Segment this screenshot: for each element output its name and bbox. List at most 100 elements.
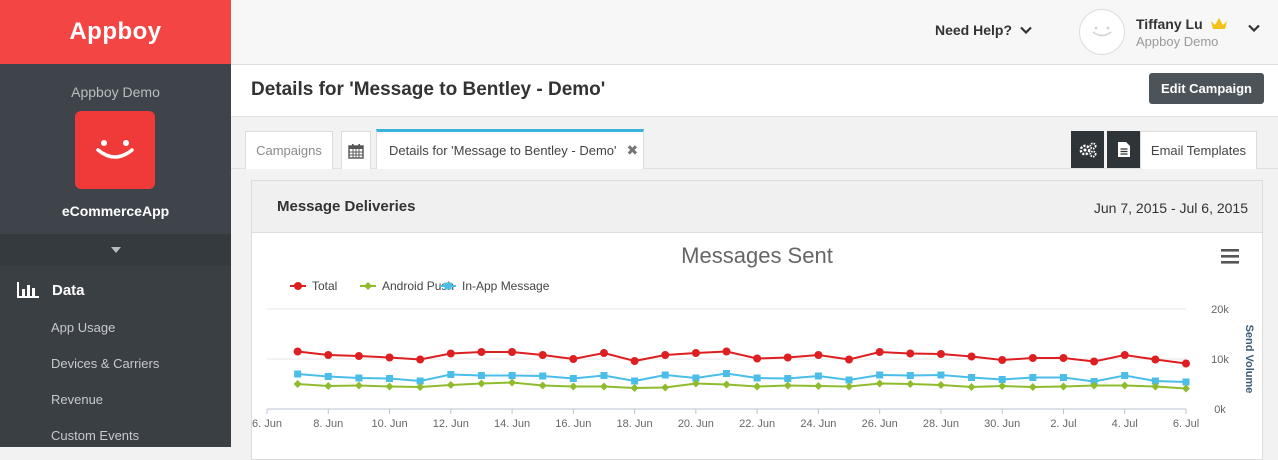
x-tick-label: 4. Jul	[1112, 418, 1138, 430]
data-point	[753, 374, 761, 382]
data-point	[1090, 357, 1099, 366]
data-point	[354, 381, 363, 390]
data-point	[967, 383, 976, 391]
data-point	[722, 347, 731, 356]
data-point	[599, 349, 608, 357]
data-point	[446, 381, 455, 389]
data-point	[569, 375, 577, 382]
help-label: Need Help?	[934, 22, 1012, 38]
data-point	[661, 371, 669, 379]
x-tick-label: 22. Jun	[739, 418, 775, 430]
app-toggle[interactable]	[0, 234, 231, 266]
nav-section-data[interactable]: Data	[0, 270, 231, 310]
x-tick-label: 28. Jun	[923, 418, 959, 430]
data-point	[784, 375, 792, 382]
x-tick-label: 24. Jun	[800, 418, 836, 430]
y-tick-label: 0k	[1214, 404, 1226, 416]
smile-icon	[1092, 26, 1112, 37]
data-point	[1059, 354, 1068, 362]
data-point	[814, 351, 823, 359]
y-axis-label: Send Volume	[1243, 325, 1255, 394]
data-point	[937, 371, 945, 379]
tab-calendar[interactable]	[341, 131, 371, 169]
close-icon[interactable]: ✖	[627, 142, 639, 159]
sidebar-item-revenue[interactable]: Revenue	[0, 382, 231, 418]
data-point	[1182, 384, 1190, 393]
data-point	[967, 352, 976, 361]
data-point	[661, 383, 670, 392]
data-point	[630, 357, 639, 365]
settings-button[interactable]	[1071, 131, 1104, 168]
data-point	[538, 381, 547, 390]
user-menu[interactable]: Tiffany Lu Appboy Demo	[1079, 9, 1278, 55]
data-point	[1029, 374, 1037, 381]
nav-section-label: Data	[52, 281, 85, 299]
hamburger-menu-icon[interactable]	[1221, 249, 1239, 264]
data-point	[599, 382, 608, 391]
brand-logo-text: Appboy	[69, 18, 162, 45]
data-point	[1120, 381, 1129, 390]
x-tick-label: 8. Jun	[313, 418, 343, 430]
data-point	[538, 351, 547, 359]
data-point	[385, 353, 394, 362]
tab-campaigns[interactable]: Campaigns	[245, 131, 333, 169]
card-header: Message Deliveries Jun 7, 2015 - Jul 6, …	[252, 181, 1262, 233]
legend-marker	[444, 282, 452, 290]
x-tick-label: 12. Jun	[433, 418, 469, 430]
data-point	[293, 347, 302, 356]
tab-email-templates[interactable]: Email Templates	[1140, 131, 1257, 169]
app-icon	[75, 111, 155, 189]
sidebar-item-devices-carriers[interactable]: Devices & Carriers	[0, 346, 231, 382]
data-point	[845, 382, 854, 391]
brand-logo[interactable]: Appboy	[0, 0, 231, 64]
data-point	[906, 380, 915, 388]
avatar	[1079, 9, 1125, 55]
data-point	[386, 375, 394, 382]
legend-label: In-App Message	[462, 279, 550, 293]
data-point	[324, 373, 332, 380]
series-line-in-app-message	[297, 372, 1187, 383]
data-point	[936, 381, 945, 389]
y-tick-label: 20k	[1211, 304, 1229, 316]
document-button[interactable]	[1107, 131, 1140, 168]
data-point	[998, 382, 1007, 390]
data-point	[569, 382, 578, 391]
app-name: eCommerceApp	[61, 203, 170, 219]
tab-campaign-details[interactable]: Details for 'Message to Bentley - Demo' …	[376, 129, 644, 169]
date-range[interactable]: Jun 7, 2015 - Jul 6, 2015	[1094, 200, 1248, 216]
series-line-total	[297, 350, 1187, 365]
data-point	[630, 384, 639, 392]
data-point	[906, 372, 914, 379]
help-menu[interactable]: Need Help?	[935, 22, 1032, 38]
x-tick-label: 14. Jun	[494, 418, 530, 430]
data-point	[416, 355, 425, 364]
data-point	[875, 379, 884, 388]
tab-details-label: Details for 'Message to Bentley - Demo'	[389, 143, 617, 158]
data-point	[355, 374, 363, 382]
x-tick-label: 2. Jul	[1050, 418, 1076, 430]
sidebar-item-custom-events[interactable]: Custom Events	[0, 418, 231, 447]
data-point	[477, 348, 486, 356]
data-point	[1120, 351, 1129, 359]
x-tick-label: 18. Jun	[617, 418, 653, 430]
smile-icon	[96, 140, 134, 159]
data-point	[508, 348, 517, 356]
data-point	[293, 380, 302, 388]
data-point	[354, 352, 363, 360]
edit-campaign-button[interactable]: Edit Campaign	[1148, 73, 1264, 104]
data-point	[968, 374, 976, 381]
user-org: Appboy Demo	[1136, 33, 1219, 49]
tab-row: Campaigns Details for 'Message to Bentle…	[231, 117, 1278, 169]
data-point	[691, 349, 700, 357]
data-point	[385, 382, 394, 391]
app-switcher[interactable]: Appboy Demo eCommerceApp	[0, 64, 231, 234]
data-point	[814, 382, 823, 390]
x-tick-label: 16. Jun	[555, 418, 591, 430]
data-point	[569, 355, 578, 363]
data-point	[477, 372, 485, 379]
data-point	[753, 382, 762, 391]
chart-title: Messages Sent	[681, 243, 833, 268]
data-point	[1059, 382, 1068, 391]
data-point	[845, 376, 853, 384]
sidebar-item-app-usage[interactable]: App Usage	[0, 310, 231, 346]
